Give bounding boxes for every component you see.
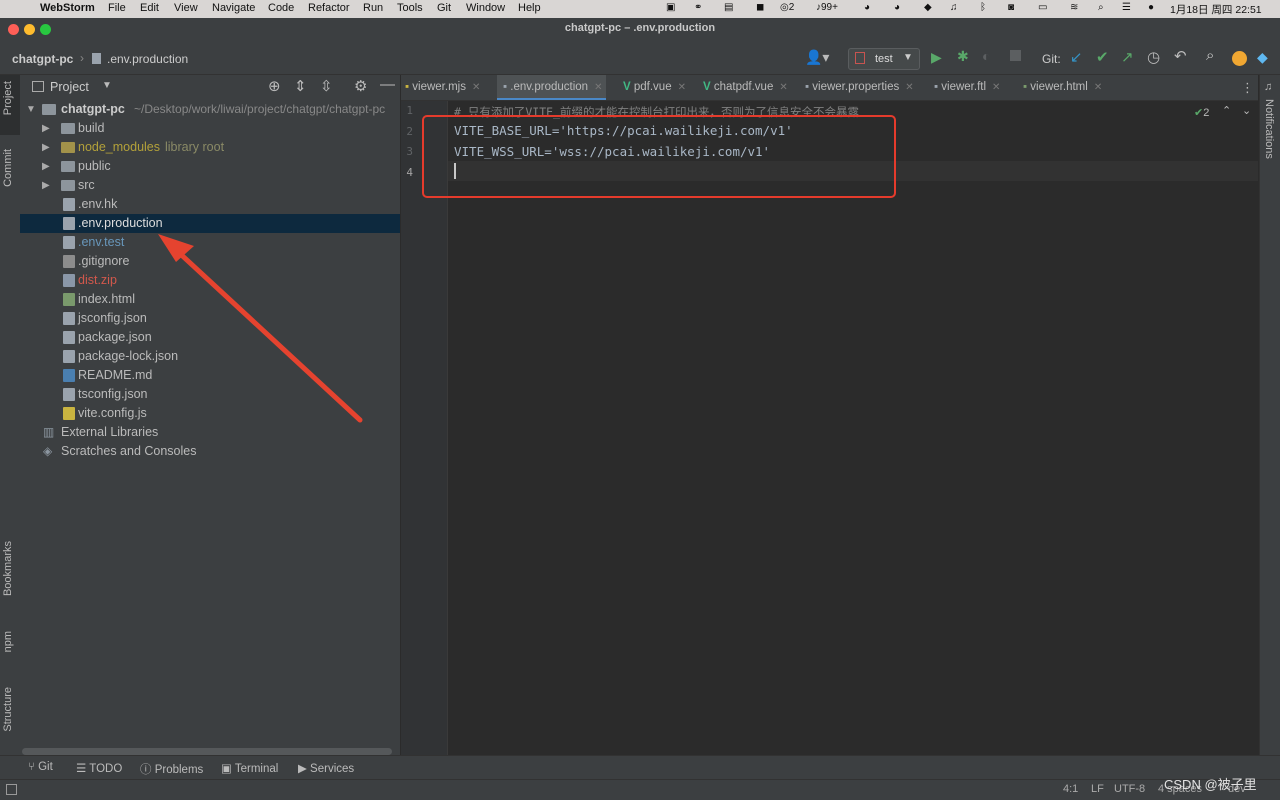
layout-icon[interactable]: [6, 784, 17, 795]
bottom-tab-problems[interactable]: ⓘ Problems: [140, 761, 203, 777]
bottom-tab-git[interactable]: ⑂ Git: [28, 761, 53, 773]
line-separator[interactable]: LF: [1091, 783, 1104, 795]
arrow-shaft: [172, 246, 363, 423]
red-arrow-annotation: [158, 234, 363, 423]
file-encoding[interactable]: UTF-8: [1114, 783, 1145, 795]
bottom-tab-todo[interactable]: ☰ TODO: [76, 761, 122, 775]
status-bar: 4:1 LF UTF-8 4 spaces dev CSDN @被子里: [0, 777, 1280, 800]
caret-position[interactable]: 4:1: [1063, 783, 1078, 795]
watermark: CSDN @被子里: [1164, 777, 1257, 792]
arrow-head: [158, 234, 194, 262]
bottom-tool-bar: ⑂ Git ☰ TODO ⓘ Problems ▣ Terminal ▶ Ser…: [0, 755, 1280, 780]
bottom-tab-terminal[interactable]: ▣ Terminal: [221, 761, 278, 775]
bottom-tab-services[interactable]: ▶ Services: [298, 761, 354, 775]
